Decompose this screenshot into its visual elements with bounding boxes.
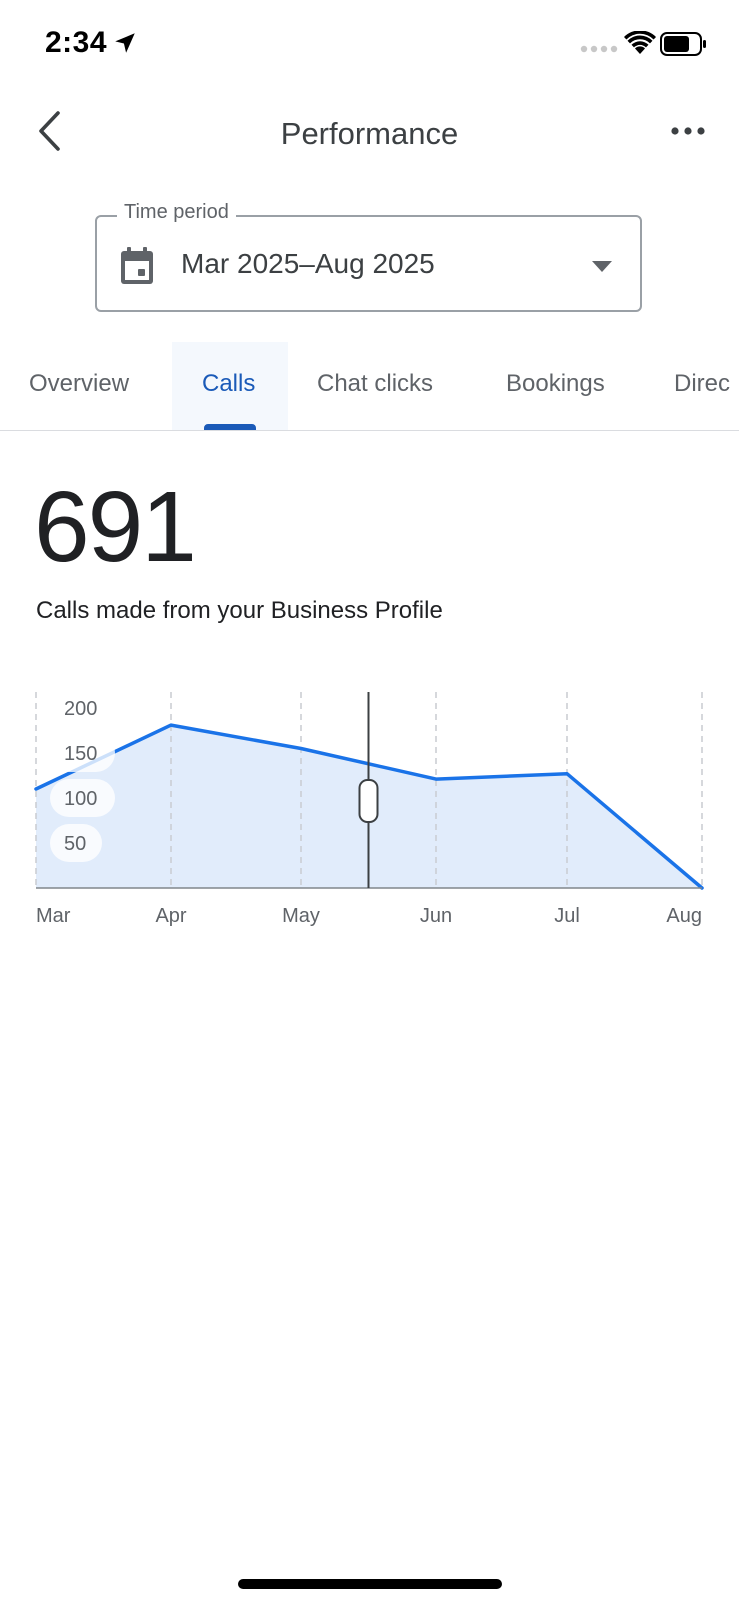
- x-tick-label-jul: Jul: [554, 905, 580, 927]
- metric-description: Calls made from your Business Profile: [36, 597, 443, 624]
- x-tick-label-may: May: [282, 905, 320, 927]
- calendar-icon: [121, 247, 153, 284]
- time-period-value: Mar 2025–Aug 2025: [181, 248, 435, 279]
- x-tick-label-mar: Mar: [36, 905, 71, 927]
- time-period-dropdown[interactable]: Time period Mar 2025–Aug 2025: [95, 201, 642, 312]
- active-tab-indicator: [204, 424, 256, 430]
- time-period-label: Time period: [117, 201, 236, 224]
- wifi-icon: [624, 31, 656, 54]
- scrubber-handle: [358, 779, 379, 823]
- y-tick-label-50: 50: [64, 833, 86, 855]
- y-tick-label-150: 150: [64, 743, 97, 765]
- metric-tabs: Overview Calls Chat clicks Bookings Dire…: [0, 342, 739, 431]
- battery-icon: [660, 32, 706, 56]
- dropdown-arrow-icon: [592, 261, 612, 272]
- status-time: 2:34: [45, 26, 108, 59]
- tab-bookings-label: Bookings: [506, 370, 605, 397]
- more-options-button[interactable]: [664, 115, 712, 147]
- app-bar: Performance: [0, 95, 739, 175]
- tab-calls-label: Calls: [202, 370, 256, 397]
- page-title: Performance: [280, 116, 459, 151]
- home-indicator: [238, 1579, 502, 1589]
- calls-area-chart[interactable]: 50 100 150 200 Mar Apr May Jun Jul Aug: [0, 680, 739, 940]
- cellular-signal-icon: [580, 45, 618, 53]
- tab-directions[interactable]: Direc: [642, 342, 739, 430]
- more-horizontal-icon: [671, 127, 705, 135]
- tab-directions-label: Direc: [674, 370, 731, 397]
- tab-calls[interactable]: Calls: [172, 342, 288, 430]
- tab-chat-clicks-label: Chat clicks: [317, 370, 434, 397]
- tab-chat-clicks[interactable]: Chat clicks: [288, 342, 474, 430]
- x-tick-label-aug: Aug: [666, 905, 702, 927]
- x-tick-label-apr: Apr: [155, 905, 186, 927]
- y-tick-label-200: 200: [64, 698, 97, 720]
- tab-overview-label: Overview: [29, 370, 130, 397]
- x-tick-label-jun: Jun: [420, 905, 452, 927]
- status-bar: 2:34: [0, 0, 739, 90]
- metric-value: 691: [34, 471, 197, 583]
- tab-bookings[interactable]: Bookings: [474, 342, 642, 430]
- tab-overview[interactable]: Overview: [0, 342, 172, 430]
- location-arrow-icon: [115, 33, 135, 53]
- y-tick-label-100: 100: [64, 788, 97, 810]
